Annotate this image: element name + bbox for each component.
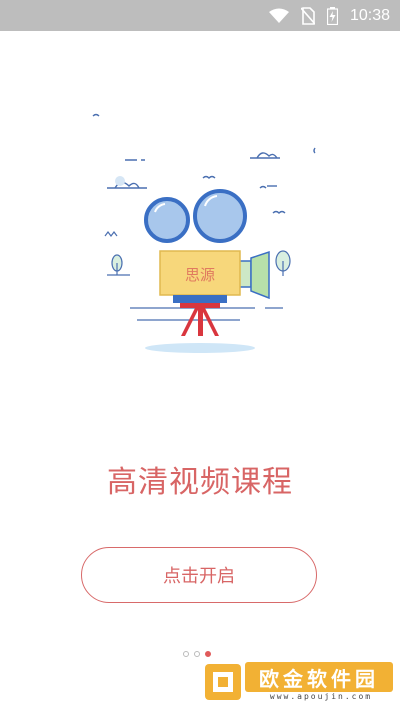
status-time: 10:38 bbox=[349, 6, 390, 24]
video-camera-illustration: 思源 bbox=[92, 113, 316, 353]
page-dot bbox=[194, 651, 200, 657]
camera-label: 思源 bbox=[185, 266, 215, 284]
page-dot-active bbox=[205, 651, 211, 657]
sun-icon bbox=[115, 176, 125, 186]
watermark: 欧金软件园 www.apoujin.com bbox=[205, 662, 395, 706]
page-headline: 高清视频课程 bbox=[107, 465, 293, 500]
status-bar: 10:38 bbox=[0, 0, 400, 31]
status-icons: 10:38 bbox=[268, 0, 390, 31]
no-sim-icon bbox=[300, 6, 315, 25]
page-indicator bbox=[183, 651, 211, 657]
battery-charging-icon bbox=[326, 6, 338, 25]
watermark-url: www.apoujin.com bbox=[269, 692, 373, 701]
watermark-text: 欧金软件园 bbox=[245, 662, 393, 692]
tripod bbox=[173, 295, 227, 336]
page-dot bbox=[183, 651, 189, 657]
shadow bbox=[145, 343, 255, 353]
watermark-logo-icon bbox=[205, 664, 241, 700]
film-reel-icon bbox=[144, 189, 247, 243]
wifi-icon bbox=[268, 8, 289, 23]
grass-icon bbox=[104, 231, 118, 237]
start-button-label: 点击开启 bbox=[163, 566, 235, 587]
start-button[interactable]: 点击开启 bbox=[81, 547, 317, 603]
cloud-icon bbox=[107, 152, 280, 189]
